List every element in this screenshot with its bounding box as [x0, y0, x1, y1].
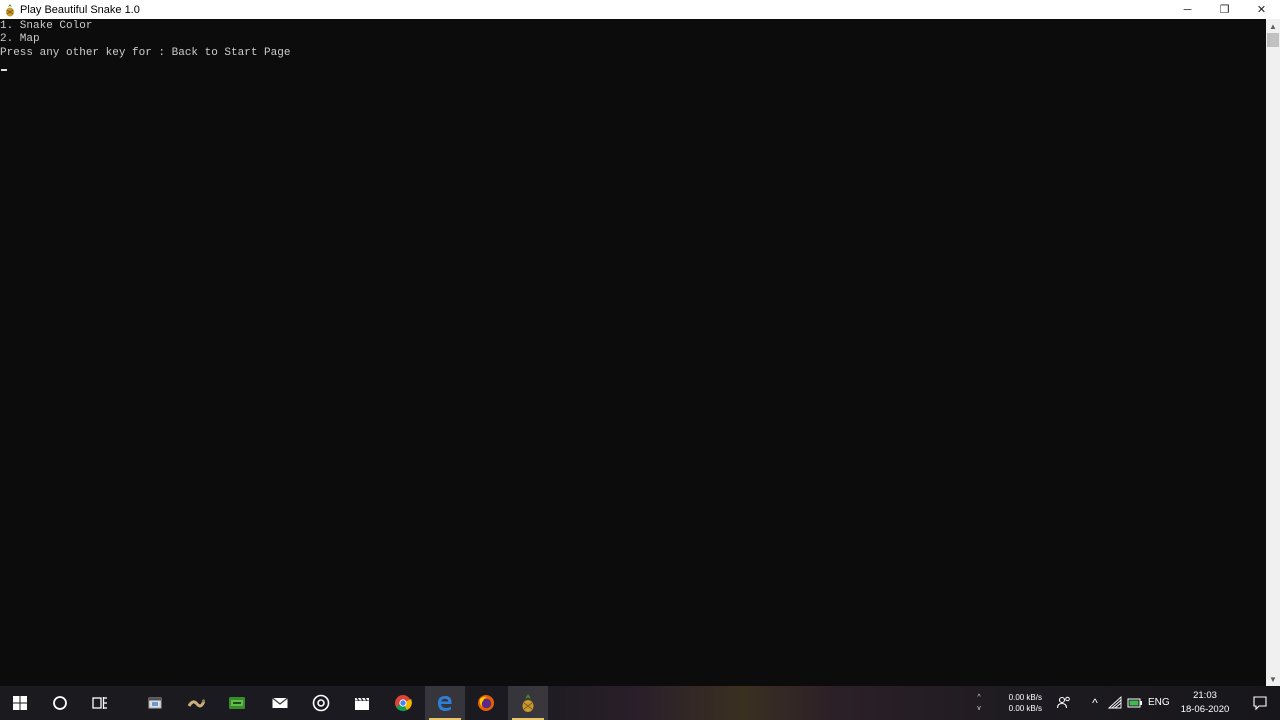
taskbar-app-snake[interactable] [176, 686, 216, 720]
taskbar-app-window[interactable] [135, 686, 175, 720]
people-icon [1056, 696, 1070, 709]
language-indicator[interactable]: ENG [1148, 697, 1170, 708]
vertical-scrollbar[interactable]: ▲ ▼ [1266, 19, 1280, 686]
snake-icon [187, 699, 205, 708]
pineapple-icon [522, 694, 534, 712]
network-speed[interactable]: 0.00 kB/s 0.00 kB/s [996, 692, 1042, 714]
edge-icon [438, 696, 452, 711]
maximize-button[interactable]: ❐ [1206, 0, 1243, 19]
network-arrows: ^ v [974, 692, 984, 714]
circle-icon [53, 696, 67, 710]
console-output[interactable]: 1. Snake Color 2. Map Press any other ke… [0, 19, 1266, 686]
console-line-map: 2. Map [0, 33, 40, 46]
taskbar-edge[interactable] [425, 686, 465, 720]
text-cursor [1, 69, 7, 71]
clock[interactable]: 21:03 18-06-2020 [1176, 689, 1234, 717]
taskbar-app-green[interactable] [217, 686, 257, 720]
windows-logo-icon [13, 696, 27, 710]
tray-overflow-button[interactable]: ^ [1086, 686, 1104, 720]
window-app-icon [148, 697, 162, 709]
cortana-button[interactable] [40, 686, 80, 720]
taskbar-chrome[interactable] [383, 686, 423, 720]
net-up-speed: 0.00 kB/s [1008, 693, 1042, 702]
clock-time: 21:03 [1193, 690, 1217, 701]
firefox-icon [478, 695, 494, 711]
wifi-button[interactable] [1106, 686, 1124, 720]
wifi-icon [1108, 696, 1122, 709]
window-controls: ─ ❐ ✕ [1169, 0, 1280, 19]
close-button[interactable]: ✕ [1243, 0, 1280, 19]
mail-icon [272, 697, 288, 708]
taskbar-mail[interactable] [260, 686, 300, 720]
clock-date: 18-06-2020 [1180, 704, 1230, 715]
chrome-icon [395, 695, 412, 712]
scroll-up-button[interactable]: ▲ [1266, 19, 1280, 33]
taskbar-firefox[interactable] [466, 686, 506, 720]
console-line-snake-color: 1. Snake Color [0, 20, 93, 32]
people-button[interactable] [1052, 686, 1076, 720]
net-down-arrow-icon: v [977, 705, 981, 712]
chevron-up-icon: ^ [1092, 696, 1098, 710]
green-app-icon [229, 697, 245, 709]
taskbar-media[interactable] [301, 686, 341, 720]
notification-icon [1253, 696, 1267, 711]
taskbar-video[interactable] [342, 686, 382, 720]
window-title: Play Beautiful Snake 1.0 [20, 3, 140, 16]
scroll-thumb[interactable] [1267, 33, 1279, 47]
task-view-button[interactable] [80, 686, 120, 720]
pineapple-icon[interactable] [3, 3, 17, 17]
disc-icon [312, 694, 330, 712]
start-button[interactable] [0, 686, 40, 720]
net-down-speed: 0.00 kB/s [1008, 704, 1042, 713]
taskbar-snake-game[interactable] [508, 686, 548, 720]
minimize-button[interactable]: ─ [1169, 0, 1206, 19]
clapper-icon [355, 697, 369, 710]
title-bar: Play Beautiful Snake 1.0 ─ ❐ ✕ [0, 0, 1280, 19]
console-line-back: Press any other key for : Back to Start … [0, 46, 291, 59]
scroll-down-button[interactable]: ▼ [1266, 672, 1280, 686]
battery-icon [1127, 698, 1142, 708]
taskbar: ^ v 0.00 kB/s 0.00 kB/s ^ ENG 21:03 18-0… [0, 686, 1280, 720]
action-center-button[interactable] [1240, 686, 1280, 720]
task-view-icon [92, 697, 107, 709]
net-up-arrow-icon: ^ [977, 694, 981, 701]
battery-button[interactable] [1126, 686, 1144, 720]
